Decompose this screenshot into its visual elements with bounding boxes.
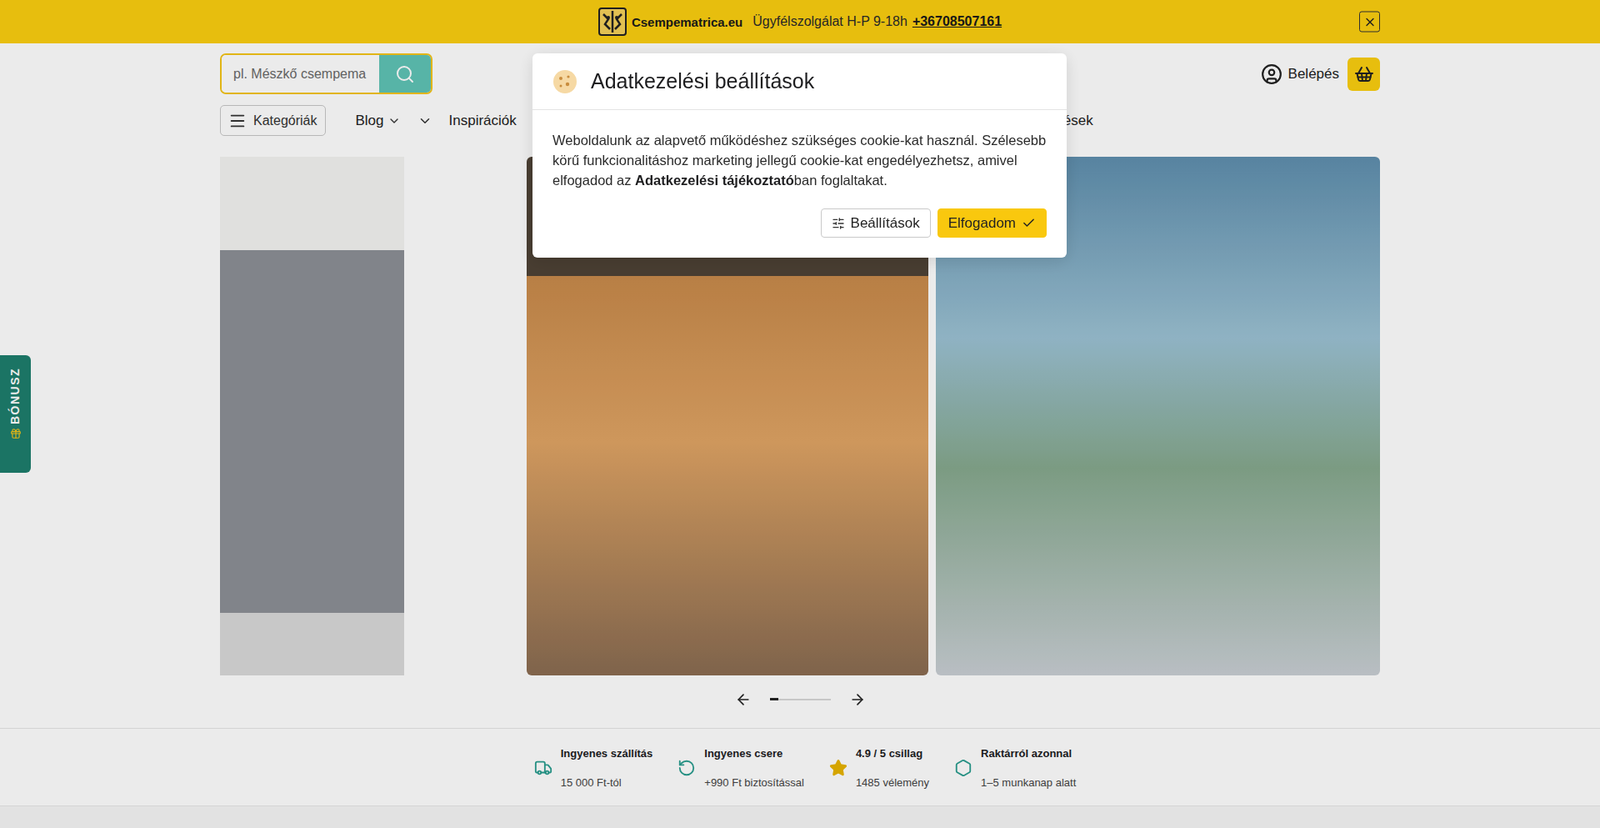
sliders-icon	[831, 216, 845, 230]
dialog-title: Adatkezelési beállítások	[590, 69, 815, 94]
accept-button[interactable]: Elfogadom	[937, 208, 1047, 238]
page: Csempematrica.euÜgyfélszolgálat H-P 9-18…	[0, 0, 1600, 828]
cookie-icon	[552, 69, 578, 95]
settings-button[interactable]: Beállítások	[820, 208, 931, 238]
privacy-link[interactable]: Adatkezelési tájékoztató	[635, 172, 795, 188]
cookie-dialog: Adatkezelési beállítások Weboldalunk az a…	[532, 53, 1067, 258]
dialog-text: Weboldalunk az alapvető működéshez szüks…	[552, 130, 1047, 190]
check-icon	[1021, 215, 1036, 230]
